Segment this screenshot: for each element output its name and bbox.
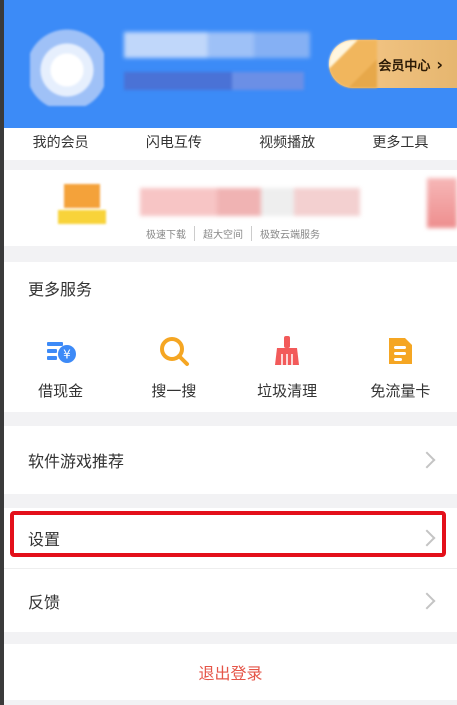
tool-item[interactable]: 闪电互传 — [146, 132, 202, 160]
cash-loan-icon: ¥ — [46, 342, 76, 363]
chevron-right-icon — [418, 592, 436, 609]
service-data-card[interactable]: 免流量卡 — [344, 334, 457, 401]
feedback-row[interactable]: 反馈 — [4, 568, 457, 632]
service-label: 借现金 — [38, 382, 84, 400]
row-label: 反馈 — [28, 592, 61, 612]
app-panel: 会员中心 › 我的会员 闪电互传 视频播放 更多工具 极速下载 超大空间 极致云… — [4, 0, 457, 705]
tool-item[interactable]: 更多工具 — [372, 132, 428, 160]
broom-icon — [275, 336, 300, 365]
services-grid: ¥ 借现金 搜一搜 垃圾清理 免流量卡 — [4, 334, 457, 401]
services-title: 更多服务 — [28, 280, 93, 299]
profile-header: 会员中心 › — [4, 0, 457, 140]
svg-text:¥: ¥ — [63, 348, 71, 362]
sim-card-icon — [389, 338, 413, 364]
tool-item[interactable]: 我的会员 — [33, 132, 89, 160]
tools-row: 我的会员 闪电互传 视频播放 更多工具 — [4, 128, 457, 160]
username-blurred — [124, 32, 310, 58]
tool-item[interactable]: 视频播放 — [259, 132, 315, 160]
promo-text-blurred — [140, 188, 360, 216]
vip-crown-icon — [329, 40, 377, 88]
row-label: 软件游戏推荐 — [28, 452, 125, 471]
service-junk-clean[interactable]: 垃圾清理 — [231, 334, 344, 401]
chevron-right-icon: › — [436, 54, 443, 74]
user-avatar[interactable] — [30, 26, 104, 106]
vip-center-label: 会员中心 — [378, 58, 431, 74]
promo-decoration — [427, 178, 457, 228]
user-info-blurred — [124, 72, 304, 90]
service-label: 免流量卡 — [370, 382, 431, 400]
logout-label: 退出登录 — [198, 664, 263, 683]
service-label: 垃圾清理 — [257, 382, 318, 400]
promo-tags: 极速下载 超大空间 极致云端服务 — [140, 226, 328, 241]
more-services-card: 更多服务 ¥ 借现金 搜一搜 垃圾清理 免流量卡 — [4, 262, 457, 412]
chevron-right-icon — [418, 451, 436, 469]
promo-banner[interactable]: 极速下载 超大空间 极致云端服务 — [4, 170, 457, 246]
crown-icon — [54, 184, 110, 226]
search-icon — [159, 337, 189, 366]
service-search[interactable]: 搜一搜 — [117, 334, 230, 401]
promo-tag: 极速下载 — [146, 230, 186, 241]
promo-tag: 极致云端服务 — [251, 226, 328, 241]
software-games-row[interactable]: 软件游戏推荐 — [4, 426, 457, 494]
service-cash-loan[interactable]: ¥ 借现金 — [4, 334, 117, 401]
settings-highlight-box — [10, 511, 446, 557]
promo-tag: 超大空间 — [194, 226, 251, 241]
vip-center-button[interactable]: 会员中心 › — [329, 40, 457, 88]
logout-button[interactable]: 退出登录 — [4, 644, 457, 700]
service-label: 搜一搜 — [151, 382, 197, 400]
